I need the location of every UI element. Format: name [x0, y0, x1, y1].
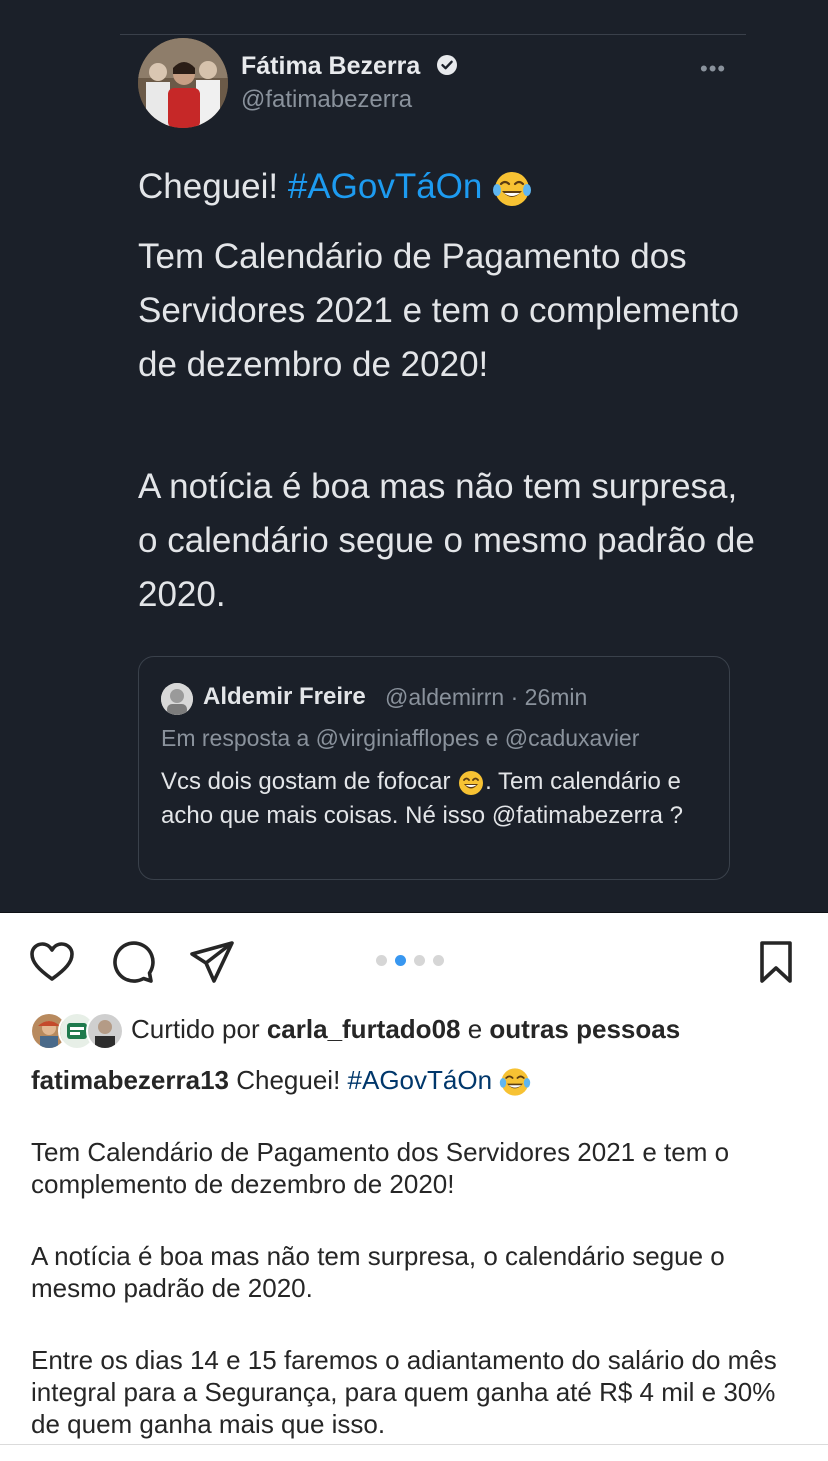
quoted-author-avatar[interactable]	[161, 683, 193, 715]
carousel-dot	[414, 955, 425, 966]
verified-badge-icon	[437, 55, 457, 75]
caption-paragraph-4: Entre os dias 14 e 15 faremos o adiantam…	[31, 1345, 777, 1439]
tweet-text-paragraph-2: Tem Calendário de Pagamento dos Servidor…	[138, 237, 740, 384]
liker-avatars[interactable]	[30, 1012, 124, 1050]
bookmark-icon[interactable]	[752, 938, 800, 986]
comment-bubble-icon[interactable]	[108, 938, 156, 986]
tweet-author-name[interactable]: Fátima Bezerra	[241, 52, 420, 81]
liked-by-user-link[interactable]: carla_furtado08	[267, 1014, 461, 1044]
tweet-text: Cheguei!	[138, 167, 288, 206]
tweet-text-line1: Cheguei! #AGovTáOn	[138, 160, 758, 214]
liked-prefix: Curtido por	[131, 1014, 267, 1044]
quoted-reply-to: Em resposta a @virginiafflopes e @caduxa…	[161, 725, 640, 751]
caption-line1: fatimabezerra13 Cheguei! #AGovTáOn	[31, 1064, 801, 1098]
tweet-text-paragraph-3: A notícia é boa mas não tem surpresa, o …	[138, 467, 755, 614]
carousel-dot-active	[395, 955, 406, 966]
tears-of-joy-emoji	[493, 171, 532, 206]
carousel-dot	[376, 955, 387, 966]
grinning-emoji	[459, 770, 484, 795]
caption-paragraph-2: Tem Calendário de Pagamento dos Servidor…	[31, 1137, 730, 1199]
liker-avatar[interactable]	[86, 1012, 124, 1050]
paper-plane-icon[interactable]	[188, 938, 236, 986]
caption-text: Cheguei!	[229, 1065, 348, 1095]
divider	[0, 1444, 828, 1445]
quoted-author-meta: @aldemirrn · 26min	[385, 684, 588, 710]
post-image[interactable]: Fátima Bezerra @fatimabezerra ••• Chegue…	[0, 0, 828, 913]
caption-hashtag-link[interactable]: #AGovTáOn	[348, 1065, 493, 1095]
quoted-text-part: Vcs dois gostam de fofocar	[161, 768, 458, 795]
tweet-author-handle[interactable]: @fatimabezerra	[241, 86, 412, 114]
quoted-tweet-body: Vcs dois gostam de fofocar . Tem calendá…	[161, 765, 711, 833]
liked-by-others-link[interactable]: outras pessoas	[489, 1014, 680, 1044]
tears-of-joy-emoji	[500, 1068, 531, 1096]
more-options-icon[interactable]: •••	[700, 56, 726, 82]
carousel-dot	[433, 955, 444, 966]
quoted-author-name[interactable]: Aldemir Freire	[203, 683, 366, 711]
quoted-tweet-card[interactable]: Aldemir Freire @aldemirrn · 26min Em res…	[138, 656, 730, 880]
liked-conjunction: e	[460, 1014, 490, 1044]
carousel-indicator	[376, 955, 444, 966]
caption-username-link[interactable]: fatimabezerra13	[31, 1065, 229, 1095]
liked-by-text: Curtido por carla_furtado08 e outras pes…	[131, 1014, 680, 1045]
tweet-hashtag[interactable]: #AGovTáOn	[288, 167, 483, 206]
heart-icon[interactable]	[28, 938, 76, 986]
divider	[120, 34, 746, 35]
tweet-author-avatar[interactable]	[138, 38, 228, 128]
caption-paragraph-3: A notícia é boa mas não tem surpresa, o …	[31, 1241, 725, 1303]
